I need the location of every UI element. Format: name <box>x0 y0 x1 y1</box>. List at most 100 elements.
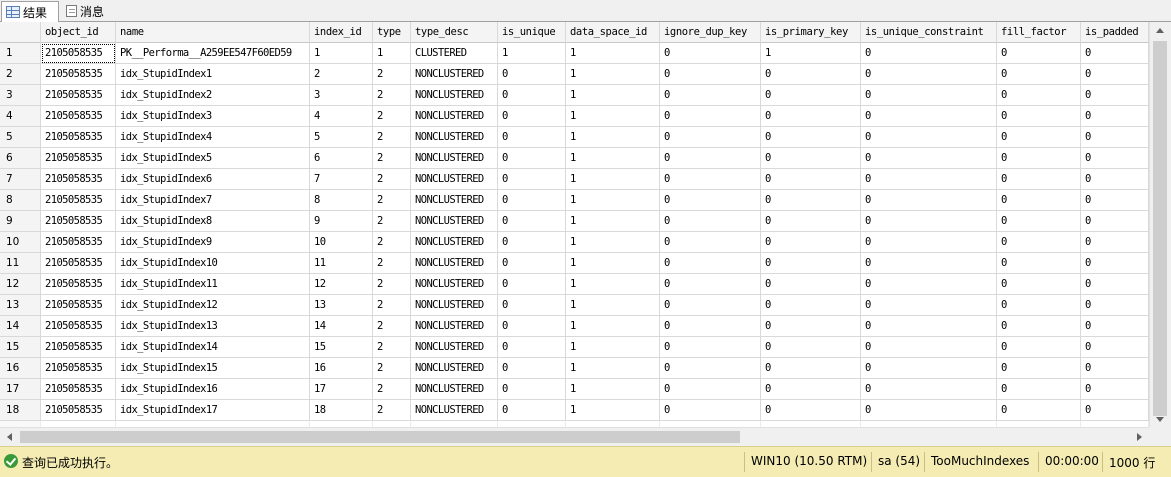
table-cell[interactable]: NONCLUSTERED <box>411 316 498 337</box>
table-cell[interactable]: 0 <box>997 190 1081 211</box>
row-number[interactable]: 7 <box>0 169 41 190</box>
table-cell[interactable]: idx_StupidIndex5 <box>116 148 310 169</box>
table-cell[interactable]: 0 <box>498 190 566 211</box>
table-cell[interactable]: idx_StupidIndex2 <box>116 85 310 106</box>
table-cell[interactable]: 0 <box>861 253 997 274</box>
table-cell[interactable]: 0 <box>761 337 861 358</box>
scroll-left-arrow-icon[interactable] <box>7 433 12 441</box>
row-number[interactable]: 15 <box>0 337 41 358</box>
table-cell[interactable]: 0 <box>498 211 566 232</box>
table-cell[interactable]: 0 <box>1081 253 1149 274</box>
table-cell[interactable]: 6 <box>310 148 373 169</box>
table-cell[interactable]: 0 <box>861 400 997 421</box>
table-cell[interactable]: 0 <box>761 316 861 337</box>
row-number[interactable]: 4 <box>0 106 41 127</box>
table-cell[interactable]: 3 <box>310 85 373 106</box>
table-cell[interactable]: 1 <box>566 169 660 190</box>
table-cell[interactable]: 1 <box>566 64 660 85</box>
table-cell[interactable]: 5 <box>310 127 373 148</box>
table-cell[interactable]: 0 <box>660 211 761 232</box>
table-cell[interactable]: PK__Performa__A259EE547F60ED59 <box>116 43 310 64</box>
row-number[interactable]: 18 <box>0 400 41 421</box>
column-header-ignore-dup-key[interactable]: ignore_dup_key <box>660 22 761 43</box>
table-cell[interactable]: idx_StupidIndex12 <box>116 295 310 316</box>
table-cell[interactable]: 1 <box>566 316 660 337</box>
table-cell[interactable]: 2105058535 <box>41 232 116 253</box>
table-cell[interactable]: 0 <box>498 274 566 295</box>
column-header-is-unique[interactable]: is_unique <box>498 22 566 43</box>
table-cell[interactable]: 1 <box>566 148 660 169</box>
scroll-down-arrow-icon[interactable] <box>1156 417 1164 422</box>
table-cell[interactable]: 2105058535 <box>41 337 116 358</box>
row-header-corner[interactable] <box>0 22 41 43</box>
row-number[interactable]: 1 <box>0 43 41 64</box>
table-cell[interactable]: NONCLUSTERED <box>411 169 498 190</box>
table-cell[interactable]: 0 <box>861 232 997 253</box>
table-cell[interactable]: 0 <box>498 232 566 253</box>
table-cell[interactable]: NONCLUSTERED <box>411 379 498 400</box>
column-header-is-primary-key[interactable]: is_primary_key <box>761 22 861 43</box>
table-cell[interactable]: 0 <box>861 148 997 169</box>
table-row[interactable]: 2 2105058535 idx_StupidIndex1 2 2 NONCLUSTERE… <box>0 64 1149 85</box>
table-cell[interactable]: 0 <box>761 274 861 295</box>
row-number[interactable]: 9 <box>0 211 41 232</box>
table-cell[interactable]: 0 <box>498 358 566 379</box>
table-cell[interactable]: 0 <box>498 316 566 337</box>
table-cell[interactable]: 2 <box>373 253 411 274</box>
table-cell[interactable]: 0 <box>997 64 1081 85</box>
table-row[interactable]: 7 2105058535 idx_StupidIndex6 7 2 NONCLUSTERE… <box>0 169 1149 190</box>
table-cell[interactable]: 2105058535 <box>41 274 116 295</box>
table-cell[interactable]: idx_StupidIndex8 <box>116 211 310 232</box>
table-cell[interactable]: 0 <box>997 85 1081 106</box>
table-cell[interactable]: 0 <box>997 337 1081 358</box>
table-cell[interactable]: NONCLUSTERED <box>411 400 498 421</box>
table-cell[interactable]: idx_StupidIndex13 <box>116 316 310 337</box>
table-cell[interactable]: 1 <box>566 358 660 379</box>
table-cell[interactable]: 0 <box>861 211 997 232</box>
table-row[interactable]: 3 2105058535 idx_StupidIndex2 3 2 NONCLUSTERE… <box>0 85 1149 106</box>
table-cell[interactable]: 0 <box>761 190 861 211</box>
table-cell[interactable]: NONCLUSTERED <box>411 106 498 127</box>
table-cell[interactable]: NONCLUSTERED <box>411 85 498 106</box>
table-cell[interactable]: 0 <box>498 169 566 190</box>
table-cell[interactable]: idx_StupidIndex15 <box>116 358 310 379</box>
scroll-right-arrow-icon[interactable] <box>1137 433 1142 441</box>
table-cell[interactable]: 2105058535 <box>41 64 116 85</box>
column-header-is-unique-constraint[interactable]: is_unique_constraint <box>861 22 997 43</box>
table-cell[interactable]: 0 <box>997 43 1081 64</box>
table-cell[interactable]: 0 <box>861 106 997 127</box>
table-cell[interactable]: 0 <box>1081 337 1149 358</box>
table-cell[interactable]: 0 <box>660 295 761 316</box>
table-row[interactable]: 15 2105058535 idx_StupidIndex14 15 2 NONCLUST… <box>0 337 1149 358</box>
table-cell[interactable]: 0 <box>1081 64 1149 85</box>
table-cell[interactable]: 0 <box>660 169 761 190</box>
column-header-type-desc[interactable]: type_desc <box>411 22 498 43</box>
table-cell[interactable]: idx_StupidIndex10 <box>116 253 310 274</box>
table-cell[interactable]: 0 <box>761 148 861 169</box>
table-cell[interactable]: 0 <box>761 85 861 106</box>
table-cell[interactable]: 0 <box>761 211 861 232</box>
table-cell[interactable]: 2105058535 <box>41 127 116 148</box>
vertical-scrollbar[interactable] <box>1149 22 1171 427</box>
table-cell[interactable]: 0 <box>997 358 1081 379</box>
table-cell[interactable]: 0 <box>1081 295 1149 316</box>
table-cell[interactable]: NONCLUSTERED <box>411 274 498 295</box>
table-cell[interactable]: 2105058535 <box>41 169 116 190</box>
table-cell[interactable]: 8 <box>310 190 373 211</box>
column-header-fill-factor[interactable]: fill_factor <box>997 22 1081 43</box>
table-cell[interactable]: 12 <box>310 274 373 295</box>
table-cell[interactable]: 0 <box>660 190 761 211</box>
column-header-name[interactable]: name <box>116 22 310 43</box>
table-cell[interactable]: 0 <box>861 85 997 106</box>
table-cell[interactable]: 0 <box>660 148 761 169</box>
table-cell[interactable]: 1 <box>566 127 660 148</box>
table-cell[interactable]: 0 <box>761 106 861 127</box>
table-cell[interactable]: NONCLUSTERED <box>411 358 498 379</box>
table-row[interactable]: 16 2105058535 idx_StupidIndex15 16 2 NONCLUST… <box>0 358 1149 379</box>
table-cell[interactable]: 2 <box>373 295 411 316</box>
table-cell[interactable]: 0 <box>660 43 761 64</box>
table-cell[interactable]: 2 <box>373 211 411 232</box>
table-cell[interactable]: 1 <box>566 379 660 400</box>
table-cell[interactable]: 15 <box>310 337 373 358</box>
row-number[interactable]: 12 <box>0 274 41 295</box>
